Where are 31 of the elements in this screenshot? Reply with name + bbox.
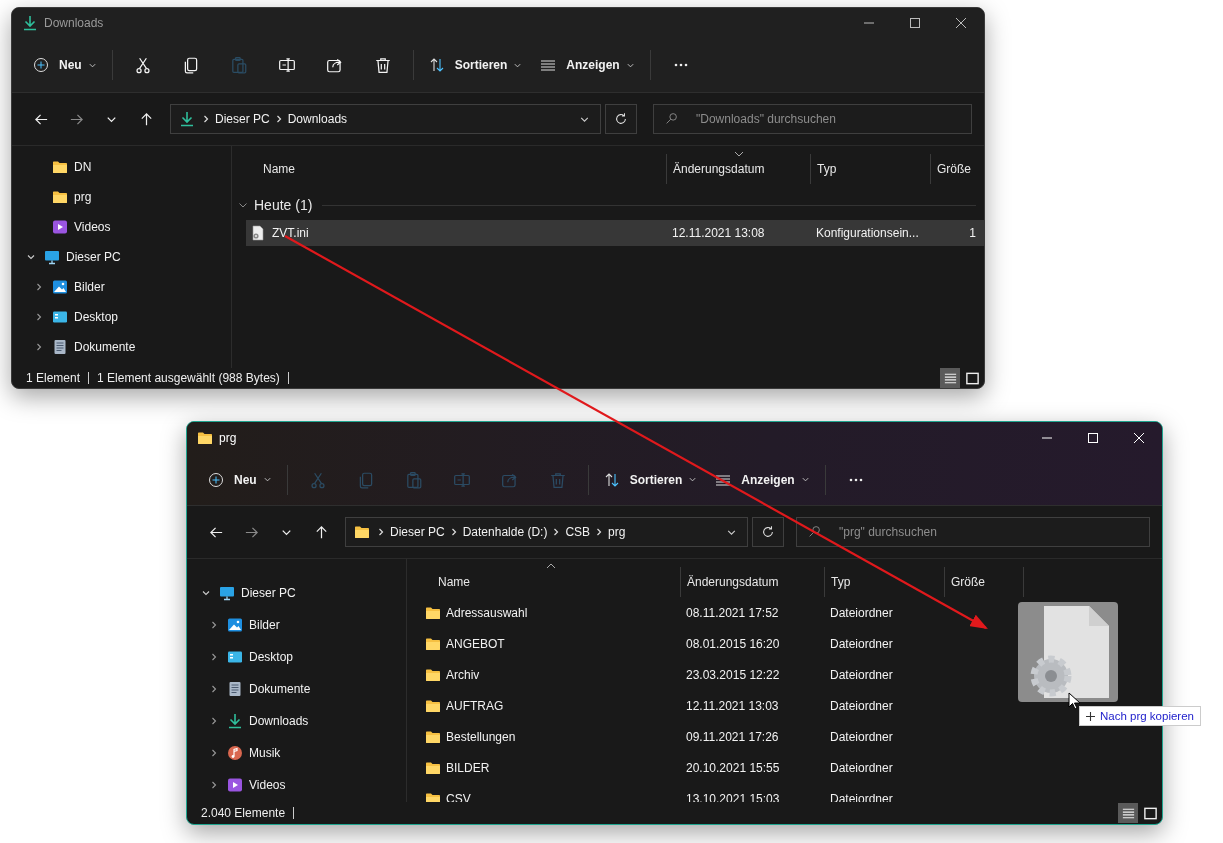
table-cell-text: Dateiordner bbox=[829, 729, 894, 744]
file-name: BILDER bbox=[446, 760, 490, 775]
file-name: Bestellungen bbox=[446, 729, 516, 744]
table-cell-text: Dateiordner bbox=[829, 760, 894, 775]
table-cell-text: 12.11.2021 13:03 bbox=[685, 698, 780, 713]
table-cell-text: 08.01.2015 16:20 bbox=[685, 636, 781, 651]
table-cell-text: 13.10.2021 15:03 bbox=[685, 791, 781, 802]
file-name: ANGEBOT bbox=[446, 636, 505, 651]
table-cell-text: 12.11.2021 13:08 bbox=[671, 226, 766, 240]
file-name: CSV bbox=[446, 791, 471, 802]
table-cell-text: 23.03.2015 12:22 bbox=[685, 667, 781, 682]
status-text: 2.040 Elemente bbox=[201, 806, 286, 820]
table-cell-text: 1 bbox=[968, 226, 977, 240]
tooltip-text: Nach prg kopieren bbox=[1100, 710, 1194, 722]
status-text: 1 Element ausgewählt (988 Bytes) bbox=[97, 371, 280, 385]
table-cell-text: 09.11.2021 17:26 bbox=[685, 729, 780, 744]
table-cell-text: 08.11.2021 17:52 bbox=[685, 605, 780, 620]
table-cell-text: Dateiordner bbox=[829, 667, 894, 682]
table-cell-text: Dateiordner bbox=[829, 636, 894, 651]
table-cell-text: Dateiordner bbox=[829, 698, 894, 713]
window-title: prg bbox=[219, 431, 237, 445]
file-name: Archiv bbox=[446, 667, 480, 682]
window-title: Downloads bbox=[44, 16, 104, 30]
table-cell-text: 20.10.2021 15:55 bbox=[685, 760, 781, 775]
file-name: AUFTRAG bbox=[446, 698, 504, 713]
file-name: Adressauswahl bbox=[446, 605, 528, 620]
table-cell-text: Konfigurationsein... bbox=[815, 226, 920, 240]
file-name: ZVT.ini bbox=[272, 226, 309, 240]
table-cell-text: Dateiordner bbox=[829, 605, 894, 620]
table-cell-text: Dateiordner bbox=[829, 791, 894, 802]
status-text: 1 Element bbox=[26, 371, 81, 385]
